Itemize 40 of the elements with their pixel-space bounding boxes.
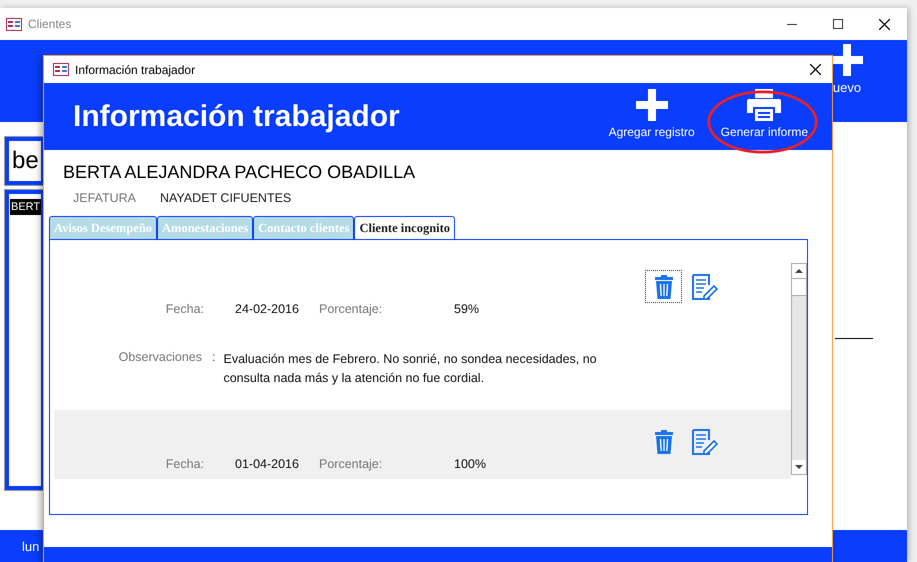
date-value: 24-02-2016 [235,302,300,316]
percent-value: 100% [454,457,487,471]
footer-text: lun [22,538,40,554]
form-icon [53,63,69,76]
percent-label: Porcentaje: [319,302,384,316]
close-icon [878,18,890,30]
date-value: 01-04-2016 [235,457,300,471]
new-button[interactable]: uevo [831,40,863,122]
scrollbar[interactable] [791,263,807,475]
delete-button[interactable] [645,270,682,303]
maximize-icon [833,19,843,29]
header-title: Información trabajador [73,100,401,134]
plus-icon [636,89,668,121]
search-field[interactable]: be [5,137,45,185]
date-label: Fecha: [164,302,204,316]
edit-document-icon [691,428,718,454]
date-label: Fecha: [164,457,204,471]
percent-label: Porcentaje: [319,457,384,471]
scroll-up-icon [795,269,803,273]
percent-value: 59% [454,302,480,316]
printer-icon [747,89,782,121]
form-icon [6,18,22,30]
print-button[interactable]: Generar informe [718,83,810,139]
scroll-thumb[interactable] [792,278,806,296]
list-item[interactable]: BERT [10,199,42,215]
window-title: Clientes [28,17,72,31]
worker-name: BERTA ALEJANDRA PACHECO OBADILLA [63,162,416,183]
trash-icon [654,274,674,299]
scroll-down-icon [795,465,803,469]
role-label: JEFATURA [73,191,136,205]
notes-label: Observaciones [118,350,202,364]
edit-document-icon [691,274,718,300]
trash-icon [654,429,674,454]
close-icon [810,64,820,75]
window-title: Información trabajador [75,62,196,76]
notes-colon: : [212,350,216,364]
notes-text: Evaluación mes de Febrero. No sonrié, no sondea necesidades, no consulta nada más y la atención no fue cordial. [223,351,598,387]
role-value: NAYADET CIFUENTES [160,191,292,205]
tab[interactable]: Cliente incognito [354,216,456,239]
add-button[interactable]: Agregar registro [606,83,697,139]
